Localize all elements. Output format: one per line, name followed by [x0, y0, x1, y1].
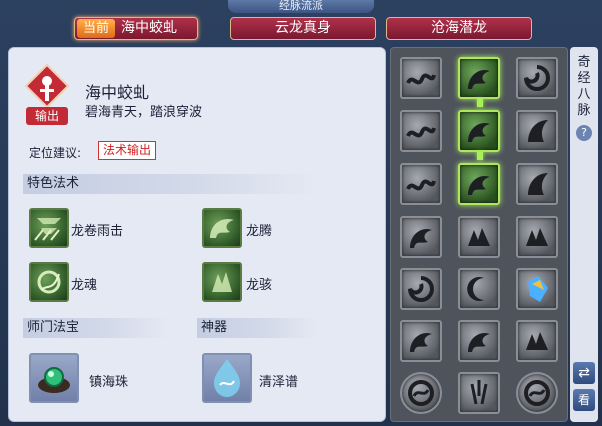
- meridian-link: [477, 99, 483, 107]
- skill-dragon-soul-icon[interactable]: [29, 262, 69, 302]
- meridian-node-claw-icon[interactable]: [458, 216, 500, 258]
- help-icon[interactable]: ?: [576, 125, 592, 141]
- view-button[interactable]: 看: [573, 389, 595, 411]
- meridian-node-wave-icon[interactable]: [400, 163, 442, 205]
- treasure-name: 镇海珠: [89, 375, 129, 390]
- faction-info-panel: 输出 海中蛟虬 碧海青天，踏浪穿波 定位建议: 法术输出 特色法术 龙卷雨击 龙…: [8, 47, 386, 422]
- faction-motto: 碧海青天，踏浪穿波: [85, 105, 203, 120]
- meridian-window: 经脉流派 当前 海中蛟虬 云龙真身 沧海潜龙 输出 海中蛟虬 碧海青天，踏浪穿波…: [0, 0, 602, 426]
- meridian-node-orb-icon[interactable]: [516, 372, 558, 414]
- meridian-node-crystal-icon[interactable]: [516, 268, 558, 310]
- meridian-node-claw-icon[interactable]: [516, 320, 558, 362]
- meridian-node-tentacle-icon[interactable]: [458, 372, 500, 414]
- meridian-node-orb-icon[interactable]: [400, 372, 442, 414]
- faction-badge-icon: 输出: [24, 63, 70, 125]
- skill-name: 龙魂: [71, 278, 98, 293]
- skill-tornado-rain-icon[interactable]: [29, 208, 69, 248]
- meridian-node-dragon-icon[interactable]: [458, 320, 500, 362]
- tab-label: 海中蛟虬: [121, 20, 177, 36]
- section-skills: 特色法术: [23, 174, 317, 194]
- faction-name: 海中蛟虬: [85, 83, 150, 102]
- meridian-node-dragon-icon[interactable]: [400, 320, 442, 362]
- meridian-node-dragon-icon[interactable]: [400, 216, 442, 258]
- window-title: 经脉流派: [228, 0, 374, 13]
- skill-name: 龙骇: [246, 278, 273, 293]
- skill-dragon-terror-icon[interactable]: [202, 262, 242, 302]
- current-tag: 当前: [77, 19, 115, 38]
- meridian-node-swirl-icon[interactable]: [400, 268, 442, 310]
- meridian-node-dragon-icon[interactable]: [458, 57, 500, 99]
- meridian-node-moon-icon[interactable]: [458, 268, 500, 310]
- tab-canghai-qianlong[interactable]: 沧海潜龙: [386, 17, 532, 40]
- meridian-node-claw-icon[interactable]: [516, 216, 558, 258]
- role-tag: 法术输出: [98, 141, 157, 160]
- section-artifact: 神器: [197, 318, 317, 338]
- skill-dragon-soar-icon[interactable]: [202, 208, 242, 248]
- meridian-node-dragon-icon[interactable]: [458, 163, 500, 205]
- meridian-node-horn-icon[interactable]: [516, 163, 558, 205]
- pearl-treasure-icon[interactable]: [29, 353, 79, 403]
- skill-name: 龙腾: [246, 224, 273, 239]
- artifact-name: 清泽谱: [259, 375, 299, 390]
- swap-icon[interactable]: ⇄: [573, 362, 595, 384]
- sidebar-title: 奇经八脉: [577, 55, 591, 118]
- sidebar: 奇经八脉 ? ⇄ 看: [570, 47, 598, 422]
- meridian-node-dragon-icon[interactable]: [458, 110, 500, 152]
- section-treasure: 师门法宝: [23, 318, 169, 338]
- badge-text: 输出: [35, 108, 59, 123]
- meridian-node-swirl-icon[interactable]: [516, 57, 558, 99]
- tab-haizhong-jiaoqiu[interactable]: 当前 海中蛟虬: [74, 17, 198, 40]
- meridian-link: [477, 152, 483, 160]
- meridian-node-wave-icon[interactable]: [400, 57, 442, 99]
- tab-yunlong-zhenshen[interactable]: 云龙真身: [230, 17, 376, 40]
- skill-name: 龙卷雨击: [71, 224, 124, 239]
- meridian-node-wave-icon[interactable]: [400, 110, 442, 152]
- role-label: 定位建议:: [29, 146, 82, 160]
- meridian-node-horn-icon[interactable]: [516, 110, 558, 152]
- water-artifact-icon[interactable]: [202, 353, 252, 403]
